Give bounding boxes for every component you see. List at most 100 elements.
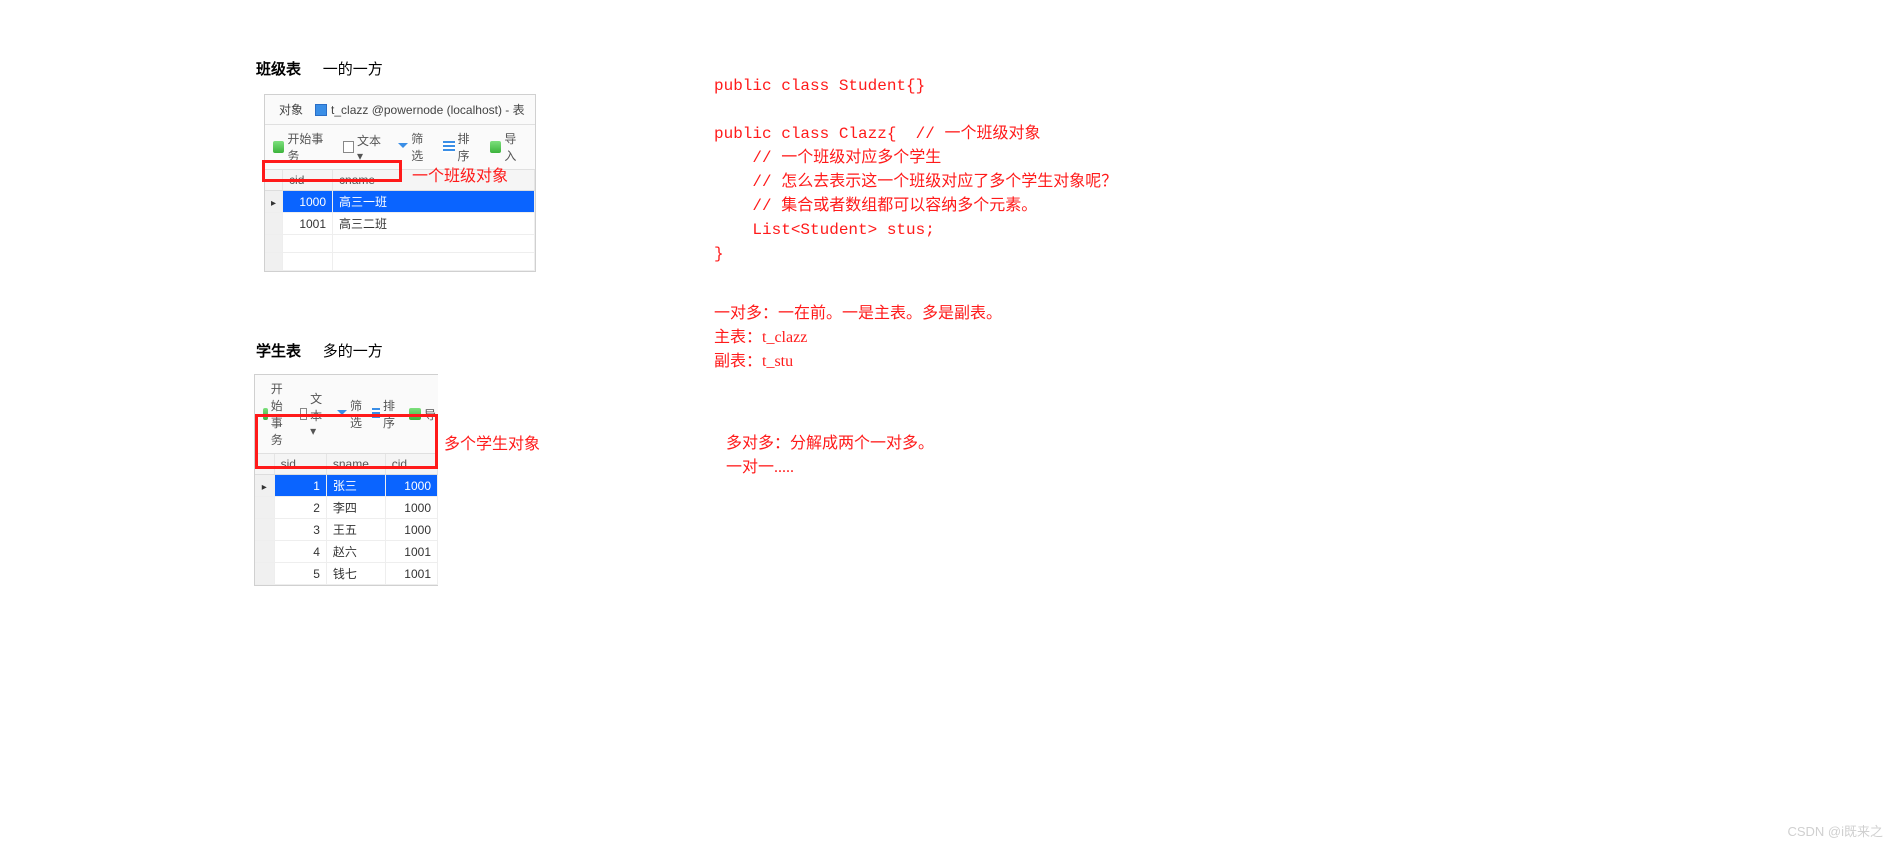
text-button[interactable]: 文本 ▾	[300, 390, 327, 438]
clazz-annotation: 一个班级对象	[412, 162, 508, 186]
filter-button[interactable]: 筛选	[398, 130, 433, 164]
code-line: // 一个班级对应多个学生	[714, 149, 941, 167]
stu-subtitle: 多的一方	[323, 343, 383, 360]
start-tx-label: 开始事务	[271, 380, 290, 448]
import-button[interactable]: 导	[409, 406, 436, 423]
code-line: public class Clazz{ // 一个班级对象	[714, 125, 1040, 143]
sort-button[interactable]: 排序	[372, 397, 399, 431]
cell-cid[interactable]: 1001	[385, 541, 437, 563]
row-marker	[265, 213, 283, 235]
row-marker	[255, 497, 274, 519]
stu-table-panel-wrap: 开始事务 文本 ▾ 筛选 排序 导 sid sname cid 1 张三	[254, 374, 438, 586]
objects-tab[interactable]: 对象	[273, 99, 309, 120]
cell-sid[interactable]: 2	[274, 497, 326, 519]
sort-icon	[443, 141, 454, 153]
clazz-heading-row: 班级表 一的一方	[256, 58, 383, 79]
cell-cid[interactable]: 1001	[385, 563, 437, 585]
import-button[interactable]: 导入	[490, 130, 527, 164]
code-line: public class Student{}	[714, 77, 925, 95]
row-marker	[255, 541, 274, 563]
table-row[interactable]: 1 张三 1000	[255, 475, 438, 497]
table-row-empty	[265, 253, 535, 271]
start-tx-button[interactable]: 开始事务	[263, 380, 290, 448]
note-line: 一对多：一在前。一是主表。多是副表。	[714, 305, 1002, 322]
stu-annotation: 多个学生对象	[444, 430, 540, 454]
clazz-tab-title-text: t_clazz @powernode (localhost) - 表	[331, 101, 525, 118]
col-sid[interactable]: sid	[274, 454, 326, 475]
text-label: 文本 ▾	[310, 390, 327, 438]
cell-sname[interactable]: 张三	[326, 475, 385, 497]
start-icon	[263, 408, 268, 420]
stu-grid[interactable]: sid sname cid 1 张三 1000 2 李四 1000	[255, 454, 438, 585]
table-row-empty	[265, 235, 535, 253]
watermark: CSDN @i既来之	[1787, 821, 1883, 840]
table-row[interactable]: 2 李四 1000	[255, 497, 438, 519]
code-block: public class Student{} public class Claz…	[714, 74, 1117, 266]
doc-icon	[300, 408, 307, 420]
clazz-tab-title[interactable]: t_clazz @powernode (localhost) - 表	[315, 101, 525, 118]
table-row[interactable]: 1000 高三一班	[265, 191, 535, 213]
col-cid[interactable]: cid	[283, 170, 333, 191]
cell-sname[interactable]: 钱七	[326, 563, 385, 585]
code-line: // 集合或者数组都可以容纳多个元素。	[714, 197, 1037, 215]
sort-button[interactable]: 排序	[443, 130, 480, 164]
cell-cname[interactable]: 高三一班	[333, 191, 535, 213]
note-line: 副表：t_stu	[714, 353, 793, 370]
doc-icon	[343, 141, 354, 153]
cell-sid[interactable]: 5	[274, 563, 326, 585]
row-marker-header	[265, 170, 283, 191]
stu-db-panel: 开始事务 文本 ▾ 筛选 排序 导 sid sname cid 1 张三	[254, 374, 438, 586]
import-icon	[490, 141, 501, 153]
filter-label: 筛选	[411, 130, 433, 164]
import-label: 导	[424, 406, 436, 423]
note-many-to-many: 多对多：分解成两个一对多。 一对一.....	[726, 432, 934, 480]
row-marker	[255, 475, 274, 497]
cell-sid[interactable]: 1	[274, 475, 326, 497]
table-row[interactable]: 5 钱七 1001	[255, 563, 438, 585]
clazz-panel-header: 对象 t_clazz @powernode (localhost) - 表	[265, 95, 535, 125]
note-one-to-many: 一对多：一在前。一是主表。多是副表。 主表：t_clazz 副表：t_stu	[714, 302, 1002, 374]
note-line: 一对一.....	[726, 459, 794, 476]
import-icon	[409, 408, 421, 420]
cell-sid[interactable]: 4	[274, 541, 326, 563]
cell-cid[interactable]: 1000	[385, 497, 437, 519]
row-marker	[265, 191, 283, 213]
stu-toolbar: 开始事务 文本 ▾ 筛选 排序 导	[255, 375, 438, 454]
row-marker-header	[255, 454, 274, 475]
clazz-subtitle: 一的一方	[323, 61, 383, 78]
stu-title: 学生表	[256, 343, 301, 360]
note-line: 多对多：分解成两个一对多。	[726, 435, 934, 452]
import-label: 导入	[504, 130, 527, 164]
code-line: }	[714, 245, 724, 263]
col-sname[interactable]: sname	[326, 454, 385, 475]
filter-icon	[398, 143, 408, 153]
note-line: 主表：t_clazz	[714, 329, 807, 346]
table-row[interactable]: 3 王五 1000	[255, 519, 438, 541]
cell-cid[interactable]: 1000	[385, 519, 437, 541]
text-label: 文本 ▾	[357, 132, 388, 163]
table-row[interactable]: 4 赵六 1001	[255, 541, 438, 563]
cell-cid[interactable]: 1000	[283, 191, 333, 213]
cell-sname[interactable]: 王五	[326, 519, 385, 541]
cell-cname[interactable]: 高三二班	[333, 213, 535, 235]
filter-label: 筛选	[350, 397, 362, 431]
filter-icon	[337, 410, 347, 420]
sort-icon	[372, 408, 380, 420]
text-button[interactable]: 文本 ▾	[343, 132, 389, 163]
table-icon	[315, 104, 327, 116]
sort-label: 排序	[458, 130, 481, 164]
cell-sname[interactable]: 赵六	[326, 541, 385, 563]
table-row[interactable]: 1001 高三二班	[265, 213, 535, 235]
col-cid[interactable]: cid	[385, 454, 437, 475]
cell-cid[interactable]: 1001	[283, 213, 333, 235]
sort-label: 排序	[383, 397, 399, 431]
start-tx-button[interactable]: 开始事务	[273, 130, 333, 164]
code-line: // 怎么去表示这一个班级对应了多个学生对象呢？	[714, 173, 1117, 191]
cell-cid[interactable]: 1000	[385, 475, 437, 497]
filter-button[interactable]: 筛选	[337, 397, 362, 431]
cell-sname[interactable]: 李四	[326, 497, 385, 519]
clazz-title: 班级表	[256, 61, 301, 78]
stu-heading-row: 学生表 多的一方	[256, 340, 383, 361]
cell-sid[interactable]: 3	[274, 519, 326, 541]
row-marker	[255, 519, 274, 541]
